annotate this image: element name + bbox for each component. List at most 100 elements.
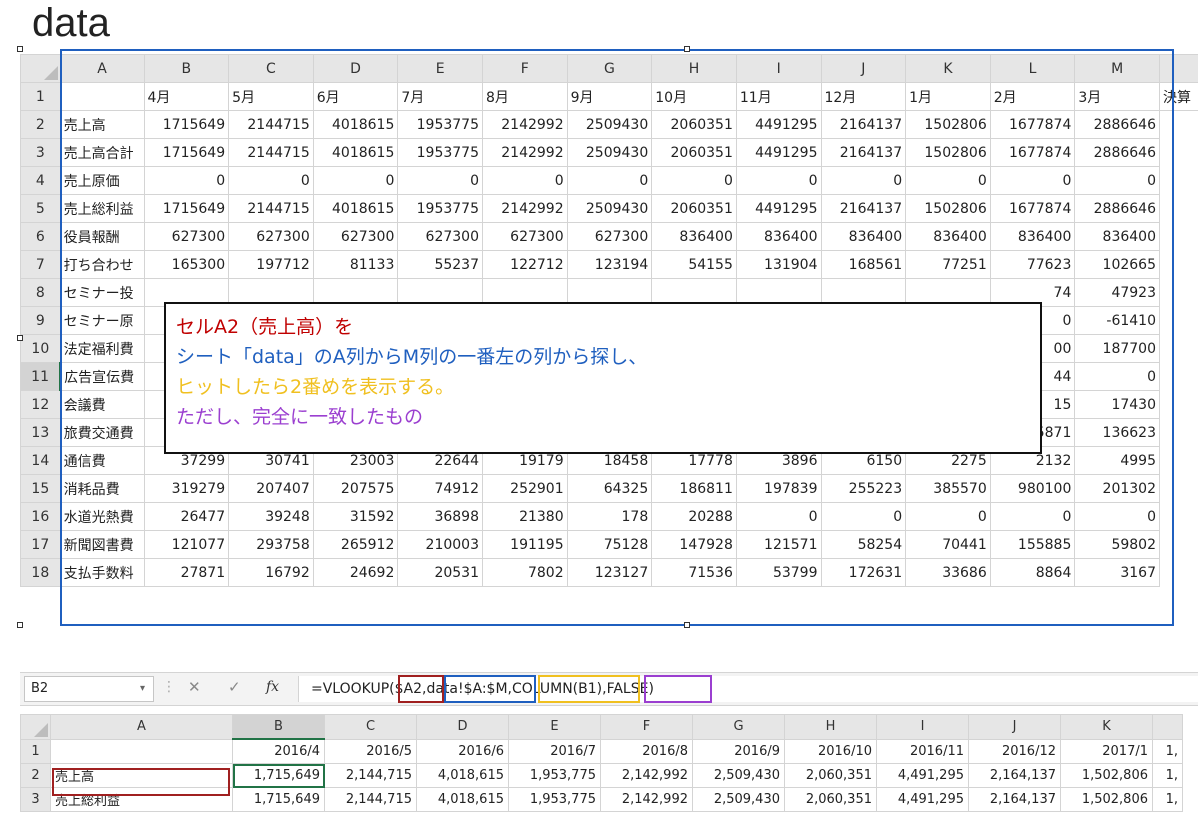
resize-handle[interactable]: [17, 46, 23, 52]
value-cell[interactable]: 36898: [397, 502, 483, 531]
value-cell[interactable]: 627300: [228, 222, 314, 251]
value-cell[interactable]: 2,144,715: [324, 763, 417, 788]
row-label-cell[interactable]: 広告宣伝費: [59, 362, 145, 391]
value-cell[interactable]: 627300: [482, 222, 568, 251]
header-cell[interactable]: 2016/11: [876, 738, 969, 764]
value-cell[interactable]: 4,491,295: [876, 787, 969, 812]
row-header[interactable]: 6: [20, 222, 61, 251]
header-cell[interactable]: 2月: [989, 82, 1076, 111]
row-label-cell[interactable]: 通信費: [59, 446, 145, 475]
header-cell[interactable]: 2016/10: [784, 738, 877, 764]
value-cell[interactable]: 27871: [143, 558, 230, 587]
value-cell[interactable]: 26477: [143, 502, 230, 531]
header-cell[interactable]: 1,: [1152, 738, 1183, 764]
value-cell[interactable]: 191195: [482, 530, 568, 559]
value-cell[interactable]: 74912: [397, 474, 483, 503]
value-cell[interactable]: 1502806: [905, 194, 991, 223]
value-cell[interactable]: 123194: [566, 250, 653, 279]
value-cell[interactable]: 2,142,992: [600, 763, 693, 788]
header-cell[interactable]: [50, 738, 233, 764]
value-cell[interactable]: 4018615: [312, 110, 399, 139]
value-cell[interactable]: 2144715: [228, 138, 314, 167]
header-cell[interactable]: 10月: [651, 82, 737, 111]
value-cell[interactable]: 7802: [482, 558, 568, 587]
value-cell[interactable]: 0: [397, 166, 483, 195]
value-cell[interactable]: 17430: [1074, 390, 1160, 419]
header-cell[interactable]: 5月: [228, 82, 314, 111]
header-cell[interactable]: 2017/1: [1060, 738, 1153, 764]
value-cell[interactable]: 33686: [905, 558, 991, 587]
column-header-m[interactable]: M: [1074, 54, 1160, 83]
value-cell[interactable]: 21380: [482, 502, 568, 531]
value-cell[interactable]: 0: [651, 166, 737, 195]
row-label-cell[interactable]: セミナー投: [59, 278, 145, 307]
header-cell[interactable]: 3月: [1074, 82, 1160, 111]
value-cell[interactable]: 627300: [397, 222, 483, 251]
value-cell[interactable]: 77251: [905, 250, 991, 279]
column-header-d[interactable]: D: [312, 54, 399, 83]
header-cell[interactable]: 2016/8: [600, 738, 693, 764]
value-cell[interactable]: 24692: [312, 558, 399, 587]
value-cell[interactable]: 2144715: [228, 110, 314, 139]
row-header[interactable]: 3: [20, 787, 51, 812]
value-cell[interactable]: 2,060,351: [784, 787, 877, 812]
header-cell[interactable]: 9月: [566, 82, 653, 111]
value-cell[interactable]: 0: [1074, 502, 1160, 531]
row-header[interactable]: 18: [20, 558, 61, 587]
value-cell[interactable]: 2060351: [651, 110, 737, 139]
resize-handle[interactable]: [17, 335, 23, 341]
row-label-cell[interactable]: 役員報酬: [59, 222, 145, 251]
value-cell[interactable]: 0: [143, 166, 230, 195]
value-cell[interactable]: 319279: [143, 474, 230, 503]
row-label-cell[interactable]: 新聞図書費: [59, 530, 145, 559]
value-cell[interactable]: 2509430: [566, 138, 653, 167]
row-header[interactable]: 2: [20, 763, 51, 788]
value-cell[interactable]: 0: [989, 166, 1076, 195]
value-cell[interactable]: 197839: [735, 474, 822, 503]
value-cell[interactable]: 4,018,615: [416, 787, 509, 812]
row-label-cell[interactable]: 売上原価: [59, 166, 145, 195]
value-cell[interactable]: 155885: [989, 530, 1076, 559]
value-cell[interactable]: 1,715,649: [232, 763, 325, 788]
value-cell[interactable]: 1715649: [143, 110, 230, 139]
value-cell[interactable]: 1,: [1152, 763, 1183, 788]
enter-icon[interactable]: ✓: [228, 678, 241, 696]
select-all-corner[interactable]: [20, 54, 61, 83]
value-cell[interactable]: 4018615: [312, 138, 399, 167]
value-cell[interactable]: 1715649: [143, 194, 230, 223]
value-cell[interactable]: 75128: [566, 530, 653, 559]
value-cell[interactable]: 2886646: [1074, 138, 1160, 167]
value-cell[interactable]: 4,018,615: [416, 763, 509, 788]
resize-handle[interactable]: [684, 622, 690, 628]
column-header-j[interactable]: J: [968, 714, 1061, 740]
row-label-cell[interactable]: 法定福利費: [59, 334, 145, 363]
column-header-h[interactable]: H: [651, 54, 737, 83]
row-header[interactable]: 1: [20, 82, 61, 111]
row-label-cell[interactable]: 水道光熱費: [59, 502, 145, 531]
value-cell[interactable]: 4995: [1074, 446, 1160, 475]
chevron-down-icon[interactable]: ▾: [140, 677, 145, 701]
value-cell[interactable]: 2164137: [820, 110, 907, 139]
value-cell[interactable]: 1953775: [397, 194, 483, 223]
cancel-icon[interactable]: ✕: [188, 678, 201, 696]
header-cell[interactable]: 6月: [312, 82, 399, 111]
row-header[interactable]: 4: [20, 166, 61, 195]
value-cell[interactable]: 31592: [312, 502, 399, 531]
row-label-cell[interactable]: 旅費交通費: [59, 418, 145, 447]
header-cell[interactable]: 11月: [735, 82, 822, 111]
value-cell[interactable]: 70441: [905, 530, 991, 559]
header-cell[interactable]: 2016/9: [692, 738, 785, 764]
value-cell[interactable]: 136623: [1074, 418, 1160, 447]
value-cell[interactable]: 54155: [651, 250, 737, 279]
column-header-b[interactable]: B: [232, 714, 325, 740]
row-header[interactable]: 8: [20, 278, 61, 307]
value-cell[interactable]: 2060351: [651, 194, 737, 223]
value-cell[interactable]: 2886646: [1074, 194, 1160, 223]
header-cell[interactable]: 12月: [820, 82, 907, 111]
value-cell[interactable]: 265912: [312, 530, 399, 559]
value-cell[interactable]: 2,509,430: [692, 787, 785, 812]
row-label-cell[interactable]: 消耗品費: [59, 474, 145, 503]
value-cell[interactable]: 4,491,295: [876, 763, 969, 788]
value-cell[interactable]: 0: [905, 502, 991, 531]
value-cell[interactable]: 0: [1074, 166, 1160, 195]
